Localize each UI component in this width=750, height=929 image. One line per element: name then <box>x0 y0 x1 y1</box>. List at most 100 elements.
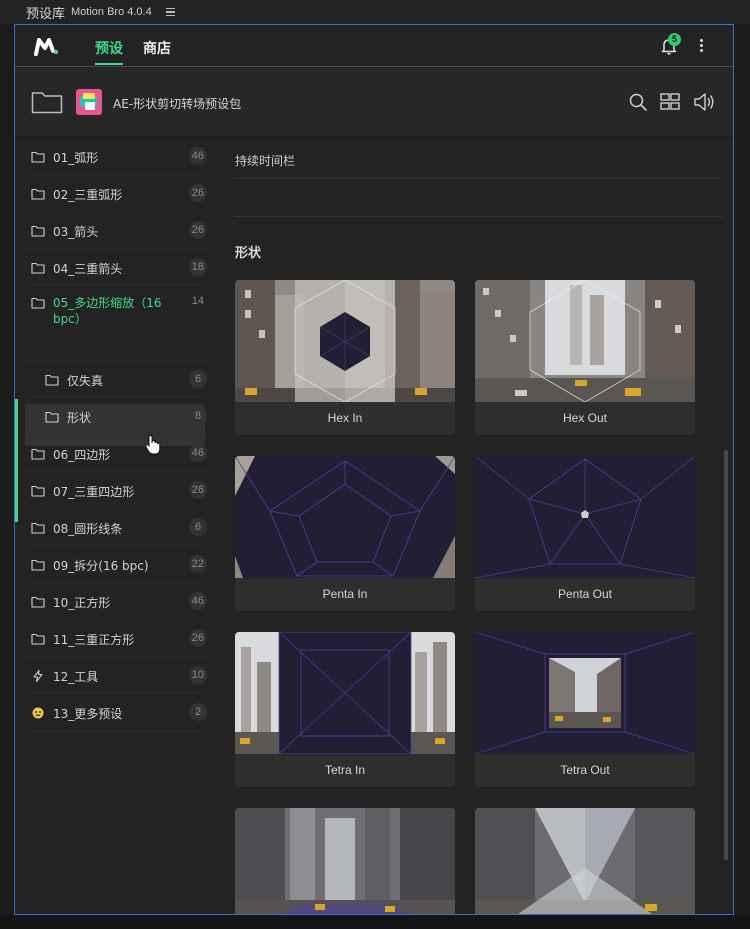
preset-card-tetra-out[interactable]: Tetra Out <box>475 632 695 787</box>
count-badge: 2 <box>189 703 207 721</box>
sidebar-item[interactable]: 06_四边形 46 <box>25 435 207 472</box>
package-bar: AE-形状剪切转场预设包 <box>15 68 733 137</box>
window-title: 预设库 <box>26 6 66 22</box>
count-badge: 22 <box>188 555 207 573</box>
sidebar-subitem[interactable]: 仅失真 6 <box>25 361 207 398</box>
sidebar-item[interactable]: 10_正方形 46 <box>25 583 207 620</box>
tab-store[interactable]: 商店 <box>143 38 171 58</box>
sidebar-subitem[interactable]: 形状 8 <box>25 398 207 435</box>
search-icon[interactable] <box>628 92 650 112</box>
more-options-icon[interactable] <box>700 39 704 53</box>
sidebar-item[interactable]: 08_圆形线条 6 <box>25 509 207 546</box>
count-badge: 6 <box>189 518 207 536</box>
sidebar-item-label: 08_圆形线条 <box>53 522 123 536</box>
sidebar-item[interactable]: 04_三重箭头 18 <box>25 249 207 286</box>
selection-indicator <box>15 399 18 522</box>
sidebar-item-label: 形状 <box>67 411 92 425</box>
count-badge: 26 <box>188 481 207 499</box>
count-badge: 46 <box>188 444 207 462</box>
sidebar-item-label: 仅失真 <box>67 374 104 388</box>
folder-icon <box>31 187 45 200</box>
tab-presets[interactable]: 预设 <box>95 38 123 65</box>
grid-view-icon[interactable] <box>659 92 681 112</box>
folder-icon <box>31 261 45 274</box>
folder-icon <box>31 224 45 237</box>
sidebar-item-label: 04_三重箭头 <box>53 262 123 276</box>
folder-icon[interactable] <box>31 90 63 114</box>
count-badge: 6 <box>189 370 207 388</box>
sidebar-item-label: 13_更多预设 <box>53 707 123 721</box>
sidebar-item[interactable]: 03_箭头 26 <box>25 212 207 249</box>
sidebar-item-label: 09_拆分(16 bpc) <box>53 559 149 573</box>
section-title: 形状 <box>235 246 262 261</box>
preset-name: Hex Out <box>562 411 607 425</box>
preset-thumbnail <box>235 632 455 754</box>
count-badge: 46 <box>188 592 207 610</box>
sidebar: 01_弧形 46 02_三重弧形 26 03_箭头 26 04_三重箭头 18 05_多边形缩放… <box>15 138 207 914</box>
count-badge: 26 <box>188 221 207 239</box>
sidebar-item[interactable]: 11_三重正方形 26 <box>25 620 207 657</box>
sidebar-item[interactable]: 09_拆分(16 bpc) 22 <box>25 546 207 583</box>
preset-thumbnail <box>475 632 695 754</box>
preset-card-penta-out[interactable]: Penta Out <box>475 456 695 611</box>
preset-card-hex-out[interactable]: Hex Out <box>475 280 695 435</box>
sidebar-item[interactable]: 13_更多预设 2 <box>25 694 207 731</box>
sidebar-item-label: 10_正方形 <box>53 596 111 610</box>
folder-icon <box>31 632 45 645</box>
preset-name: Hex In <box>327 411 363 425</box>
count-badge: 14 <box>191 295 204 307</box>
preset-thumbnail <box>235 808 455 914</box>
title-bar: 预设库 Motion Bro 4.0.4 <box>0 0 750 24</box>
sidebar-item[interactable]: 01_弧形 46 <box>25 138 207 175</box>
preset-card-hex-in[interactable]: Hex In <box>235 280 455 435</box>
folder-icon <box>31 484 45 497</box>
sidebar-item-label: 07_三重四边形 <box>53 485 135 499</box>
preset-name: Tetra In <box>324 763 366 777</box>
folder-icon <box>45 373 59 386</box>
sidebar-item[interactable]: 02_三重弧形 26 <box>25 175 207 212</box>
top-nav: 预设 商店 5 <box>15 25 733 67</box>
divider <box>235 216 723 217</box>
app-version: Motion Bro 4.0.4 <box>71 6 152 18</box>
count-badge: 26 <box>188 184 207 202</box>
count-badge: 18 <box>188 258 207 276</box>
preset-thumbnail <box>475 280 695 402</box>
preset-card-partial[interactable] <box>475 808 695 914</box>
speaker-icon[interactable] <box>693 92 715 112</box>
sidebar-item-label: 03_箭头 <box>53 225 99 239</box>
motion-bro-panel: 预设 商店 5 AE-形状剪切转场预设包 01_弧形 46 02_三重弧形 26… <box>14 24 734 915</box>
folder-icon <box>31 150 45 163</box>
folder-icon <box>31 447 45 460</box>
package-thumbnail-icon <box>76 89 102 115</box>
preset-name: Tetra Out <box>560 763 610 777</box>
folder-icon <box>31 595 45 608</box>
preset-name: Penta In <box>322 587 368 601</box>
preset-thumbnail <box>475 456 695 578</box>
preset-content: 持续时间栏 形状 Hex In Hex Out Penta In Penta O… <box>208 138 733 914</box>
notification-badge: 5 <box>668 33 681 46</box>
preset-card-partial[interactable] <box>235 808 455 914</box>
sidebar-item[interactable]: 07_三重四边形 26 <box>25 472 207 509</box>
folder-icon <box>31 296 45 309</box>
preset-thumbnail <box>475 808 695 914</box>
motion-bro-logo-icon[interactable] <box>33 35 59 57</box>
sidebar-item-label: 01_弧形 <box>53 151 99 165</box>
scrollbar[interactable] <box>724 450 728 860</box>
sidebar-item[interactable]: 12_工具 10 <box>25 657 207 694</box>
lightning-icon <box>31 669 45 683</box>
divider <box>235 178 723 179</box>
sidebar-item[interactable]: 05_多边形缩放（16 bpc） 14 <box>25 288 207 361</box>
count-badge: 26 <box>188 629 207 647</box>
duration-bar-label: 持续时间栏 <box>235 154 296 168</box>
count-badge: 46 <box>188 147 207 165</box>
bottom-strip <box>0 915 750 929</box>
count-badge: 8 <box>189 407 207 425</box>
preset-card-tetra-in[interactable]: Tetra In <box>235 632 455 787</box>
preset-card-penta-in[interactable]: Penta In <box>235 456 455 611</box>
preset-name: Penta Out <box>557 587 613 601</box>
sidebar-item-label: 05_多边形缩放（16 bpc） <box>53 296 162 326</box>
count-badge: 10 <box>188 666 207 684</box>
hamburger-menu-icon[interactable] <box>165 7 176 17</box>
sidebar-item-label: 11_三重正方形 <box>53 633 135 647</box>
folder-icon <box>31 558 45 571</box>
